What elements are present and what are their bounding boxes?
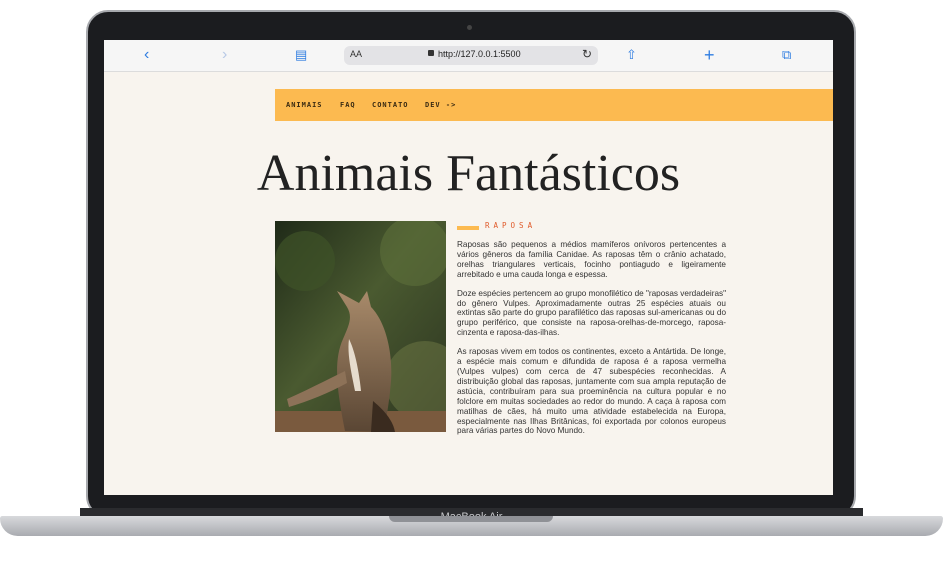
share-icon[interactable]: ⇧ (626, 46, 637, 64)
camera-icon (467, 25, 472, 30)
lock-icon (428, 50, 434, 56)
section-label: RAPOSA (485, 221, 537, 230)
forward-icon[interactable]: › (222, 46, 227, 64)
back-icon[interactable]: ‹ (144, 46, 149, 64)
browser-toolbar: ‹ › ▤ AA http://127.0.0.1:5500 ↻ ⇧ + ⧉ (104, 40, 833, 72)
fox-image (275, 221, 446, 432)
url-text[interactable]: http://127.0.0.1:5500 (438, 49, 521, 59)
text-size-button[interactable]: AA (350, 49, 362, 59)
browser-screen: ‹ › ▤ AA http://127.0.0.1:5500 ↻ ⇧ + ⧉ A… (104, 40, 833, 495)
book-icon[interactable]: ▤ (295, 46, 307, 64)
paragraph: Raposas são pequenos a médios mamíferos … (457, 240, 726, 279)
paragraph: Doze espécies pertencem ao grupo monofil… (457, 288, 726, 338)
laptop-notch (389, 516, 553, 522)
nav-item-dev[interactable]: DEV -> (425, 101, 456, 109)
section-text: Raposas são pequenos a médios mamíferos … (457, 240, 726, 445)
new-tab-icon[interactable]: + (704, 46, 715, 64)
site-nav: ANIMAIS FAQ CONTATO DEV -> (275, 89, 833, 121)
nav-item-faq[interactable]: FAQ (340, 101, 356, 109)
section-accent-bar (457, 226, 479, 230)
nav-item-contato[interactable]: CONTATO (372, 101, 409, 109)
tabs-icon[interactable]: ⧉ (782, 46, 791, 64)
nav-item-animais[interactable]: ANIMAIS (286, 101, 323, 109)
address-bar[interactable]: AA http://127.0.0.1:5500 ↻ (344, 46, 598, 65)
fox-photo (275, 221, 446, 432)
reload-icon[interactable]: ↻ (582, 47, 592, 61)
paragraph: As raposas vivem em todos os continentes… (457, 347, 726, 436)
page-title: Animais Fantásticos (256, 145, 681, 202)
